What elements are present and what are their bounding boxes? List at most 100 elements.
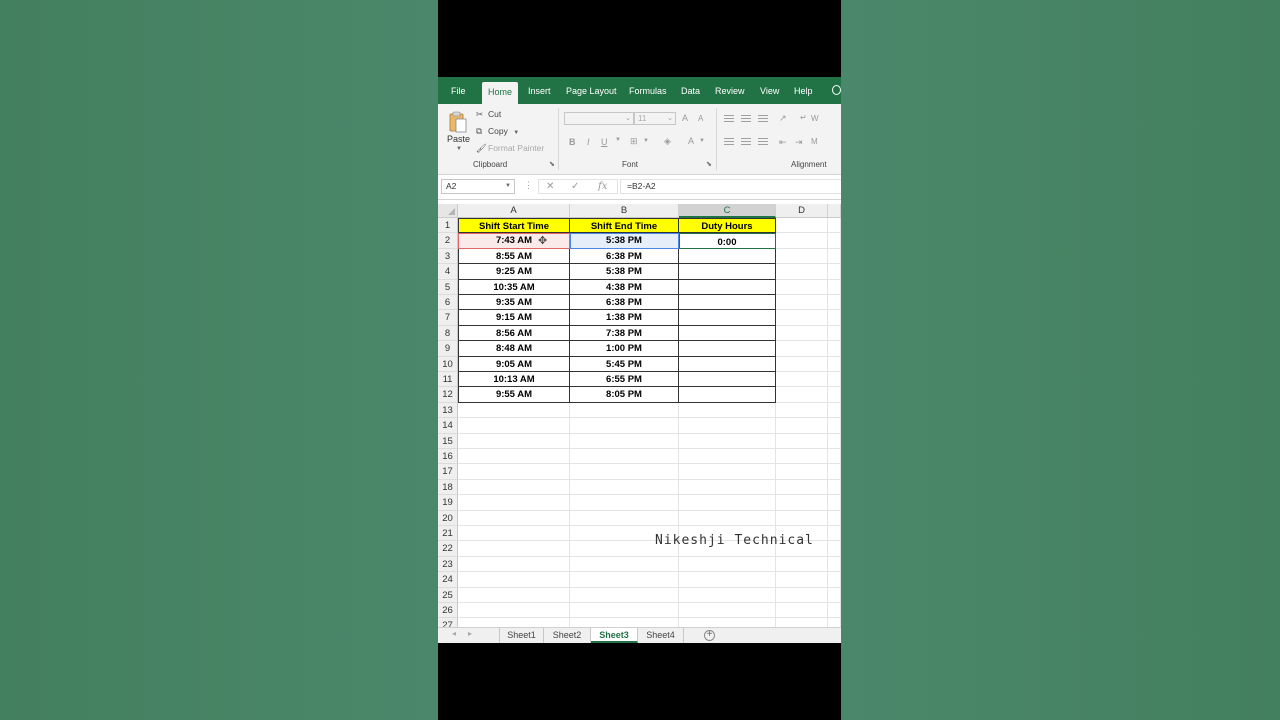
empty-cell[interactable] <box>776 248 828 265</box>
row-header[interactable]: 12 <box>438 387 458 403</box>
empty-cell[interactable] <box>458 449 570 465</box>
tab-help[interactable]: Help <box>794 77 813 104</box>
column-header-d[interactable]: D <box>776 204 828 218</box>
row-header[interactable]: 11 <box>438 372 458 388</box>
table-cell[interactable] <box>679 387 776 403</box>
empty-cell[interactable] <box>458 402 570 419</box>
empty-cell[interactable] <box>776 418 828 434</box>
table-cell[interactable] <box>679 295 776 311</box>
empty-cell[interactable] <box>776 310 828 326</box>
empty-cell[interactable] <box>828 248 841 265</box>
empty-cell[interactable] <box>828 618 841 627</box>
empty-cell[interactable] <box>776 495 828 511</box>
top-align-icon[interactable] <box>724 115 734 123</box>
empty-cell[interactable] <box>776 341 828 357</box>
empty-cell[interactable] <box>828 233 841 249</box>
table-cell[interactable]: 7:43 AM <box>458 233 570 249</box>
sheet-tab-sheet2[interactable]: Sheet2 <box>544 628 591 643</box>
empty-cell[interactable] <box>458 433 570 449</box>
font-color-button[interactable]: A <box>688 136 694 146</box>
name-box[interactable]: A2 ▼ <box>441 179 515 194</box>
row-header[interactable]: 15 <box>438 433 458 449</box>
format-painter-button[interactable]: 🖌Format Painter <box>476 141 544 155</box>
sheet-tab-sheet1[interactable]: Sheet1 <box>499 628 544 643</box>
sheet-tab-sheet3[interactable]: Sheet3 <box>591 628 638 643</box>
empty-cell[interactable] <box>776 325 828 342</box>
table-cell[interactable]: 9:55 AM <box>458 387 570 403</box>
column-header-e[interactable] <box>828 204 841 218</box>
row-header[interactable]: 9 <box>438 341 458 357</box>
empty-cell[interactable] <box>828 279 841 295</box>
row-header[interactable]: 24 <box>438 572 458 588</box>
sheet-tab-sheet4[interactable]: Sheet4 <box>638 628 684 643</box>
row-header[interactable]: 8 <box>438 325 458 342</box>
wrap-text-icon[interactable]: ↵ <box>800 113 807 122</box>
column-header-c[interactable]: C <box>679 204 776 218</box>
empty-cell[interactable] <box>828 510 841 526</box>
table-header-cell[interactable]: Duty Hours <box>679 218 776 234</box>
table-header-cell[interactable]: Shift End Time <box>570 218 679 234</box>
empty-cell[interactable] <box>458 495 570 511</box>
row-header[interactable]: 23 <box>438 556 458 573</box>
empty-cell[interactable] <box>570 618 679 627</box>
empty-cell[interactable] <box>828 356 841 372</box>
empty-cell[interactable] <box>458 603 570 619</box>
paste-button[interactable]: Paste <box>447 134 470 144</box>
empty-cell[interactable] <box>679 556 776 573</box>
scroll-left-icon[interactable]: ◂ <box>452 629 456 638</box>
empty-cell[interactable] <box>570 556 679 573</box>
empty-cell[interactable] <box>828 218 841 234</box>
font-color-dropdown-icon[interactable]: ▼ <box>699 138 705 144</box>
table-cell[interactable]: 7:38 PM <box>570 325 679 342</box>
empty-cell[interactable] <box>679 449 776 465</box>
table-cell[interactable] <box>679 356 776 372</box>
table-cell[interactable] <box>679 310 776 326</box>
empty-cell[interactable] <box>828 433 841 449</box>
increase-font-icon[interactable]: A <box>682 113 688 123</box>
enter-check-icon[interactable]: ✓ <box>571 180 579 194</box>
row-header[interactable]: 5 <box>438 279 458 295</box>
empty-cell[interactable] <box>828 295 841 311</box>
table-cell[interactable]: 6:38 PM <box>570 295 679 311</box>
empty-cell[interactable] <box>776 387 828 403</box>
bold-button[interactable]: B <box>569 137 576 147</box>
table-cell[interactable]: 5:45 PM <box>570 356 679 372</box>
select-all-button[interactable] <box>438 204 458 218</box>
cut-button[interactable]: ✂ Cut <box>476 107 501 121</box>
empty-cell[interactable] <box>458 618 570 627</box>
tab-page-layout[interactable]: Page Layout <box>566 77 617 104</box>
row-header[interactable]: 16 <box>438 449 458 465</box>
formula-bar-grip-icon[interactable]: ⋮ <box>524 180 533 191</box>
table-cell[interactable]: 6:55 PM <box>570 372 679 388</box>
empty-cell[interactable] <box>679 510 776 526</box>
row-header[interactable]: 27 <box>438 618 458 627</box>
row-header[interactable]: 4 <box>438 264 458 280</box>
font-name-box[interactable]: ⌄ <box>564 112 634 125</box>
empty-cell[interactable] <box>570 572 679 588</box>
table-cell[interactable]: 5:38 PM <box>570 233 679 249</box>
empty-cell[interactable] <box>828 556 841 573</box>
paste-icon[interactable] <box>449 111 467 133</box>
empty-cell[interactable] <box>776 449 828 465</box>
empty-cell[interactable] <box>458 541 570 557</box>
table-cell[interactable]: 10:13 AM <box>458 372 570 388</box>
empty-cell[interactable] <box>828 495 841 511</box>
empty-cell[interactable] <box>679 572 776 588</box>
cancel-icon[interactable]: ✕ <box>546 180 554 194</box>
scroll-right-icon[interactable]: ▸ <box>468 629 472 638</box>
row-header[interactable]: 2 <box>438 233 458 249</box>
fill-color-icon[interactable]: ◈ <box>664 136 671 147</box>
row-header[interactable]: 10 <box>438 356 458 372</box>
table-cell[interactable] <box>679 279 776 295</box>
row-header[interactable]: 14 <box>438 418 458 434</box>
column-header-b[interactable]: B <box>570 204 679 218</box>
empty-cell[interactable] <box>570 587 679 603</box>
empty-cell[interactable] <box>458 556 570 573</box>
empty-cell[interactable] <box>458 572 570 588</box>
empty-cell[interactable] <box>776 356 828 372</box>
wrap-text-label[interactable]: W <box>811 114 819 123</box>
font-launcher-icon[interactable]: ⬊ <box>706 160 712 168</box>
empty-cell[interactable] <box>776 233 828 249</box>
tab-data[interactable]: Data <box>681 77 700 104</box>
tab-file[interactable]: File <box>451 77 466 104</box>
